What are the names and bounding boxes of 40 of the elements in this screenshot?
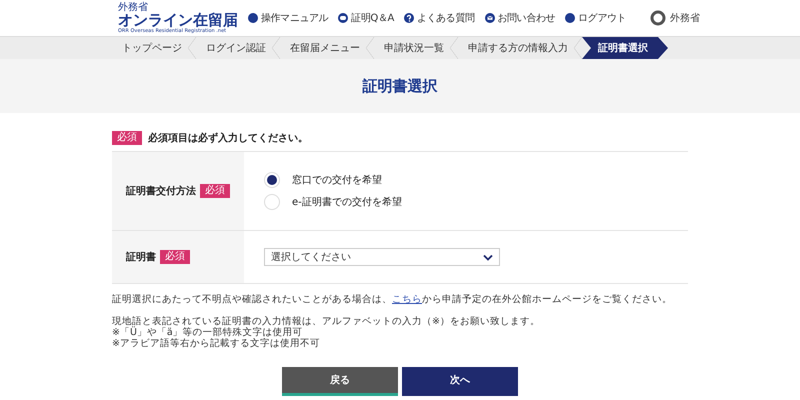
help-icon [404, 13, 414, 23]
radio-label[interactable]: e-証明書での交付を希望 [292, 195, 402, 209]
breadcrumb-item[interactable]: 申請状況一覧 [374, 37, 458, 59]
field-label: 証明書交付方法 [126, 184, 196, 198]
header-link[interactable]: 操作マニュアル [248, 11, 328, 25]
chevron-down-icon [483, 254, 493, 260]
radio-button[interactable] [264, 172, 280, 188]
header-link[interactable]: よくある質問 [404, 11, 475, 25]
link[interactable]: こちら [392, 294, 422, 305]
breadcrumb-item[interactable]: 申請する方の情報入力 [458, 37, 582, 59]
site-logo[interactable]: オンライン在留届 [118, 12, 238, 28]
next-button[interactable]: 次へ [402, 367, 518, 396]
input-note: ※アラビア語等右から記載する文字は使用不可 [112, 338, 321, 349]
logo-caption: 外務省 [118, 2, 149, 12]
back-button[interactable]: 戻る [282, 367, 398, 396]
breadcrumb-item[interactable]: ログイン認証 [196, 37, 280, 59]
page-title: 証明書選択 [362, 76, 438, 96]
radio-label[interactable]: 窓口での交付を希望 [292, 173, 382, 187]
required-badge: 必須 [160, 250, 190, 264]
breadcrumb-item[interactable]: 在留届メニュー [280, 37, 374, 59]
inquiry-note: 証明選択にあたって不明点や確認されたいことがある場合は、こちら から申請予定の在外公館ホームページをご覧ください。 [112, 294, 673, 305]
emblem-icon [650, 10, 666, 26]
speech-bubble-icon [338, 13, 348, 23]
header-link[interactable]: お問い合わせ [484, 11, 556, 25]
required-badge: 必須 [200, 184, 230, 198]
circle-icon [565, 13, 576, 23]
input-note: 現地語と表記されている証明書の入力情報は、アルファベットの入力（※）をお願い致します。 [112, 316, 541, 327]
input-note: ※「Ü」や「ä」等の一部特殊文字は使用可 [112, 327, 304, 338]
breadcrumb-item[interactable]: トップページ [112, 37, 196, 59]
breadcrumb-item[interactable]: 証明書選択 [582, 37, 668, 59]
header-link[interactable]: 証明Q＆A [338, 11, 394, 25]
radio-button[interactable] [264, 194, 280, 210]
ministry-name: 外務省 [670, 12, 700, 25]
required-note: 必須項目は必ず入力してください。 [148, 132, 308, 145]
field-label: 証明書 [126, 250, 156, 264]
select-dropdown[interactable]: 選択してください [264, 248, 500, 266]
header-link[interactable]: ログアウト [565, 11, 626, 25]
required-badge: 必須 [112, 131, 142, 145]
circle-icon [248, 13, 258, 23]
mail-icon [484, 13, 495, 23]
